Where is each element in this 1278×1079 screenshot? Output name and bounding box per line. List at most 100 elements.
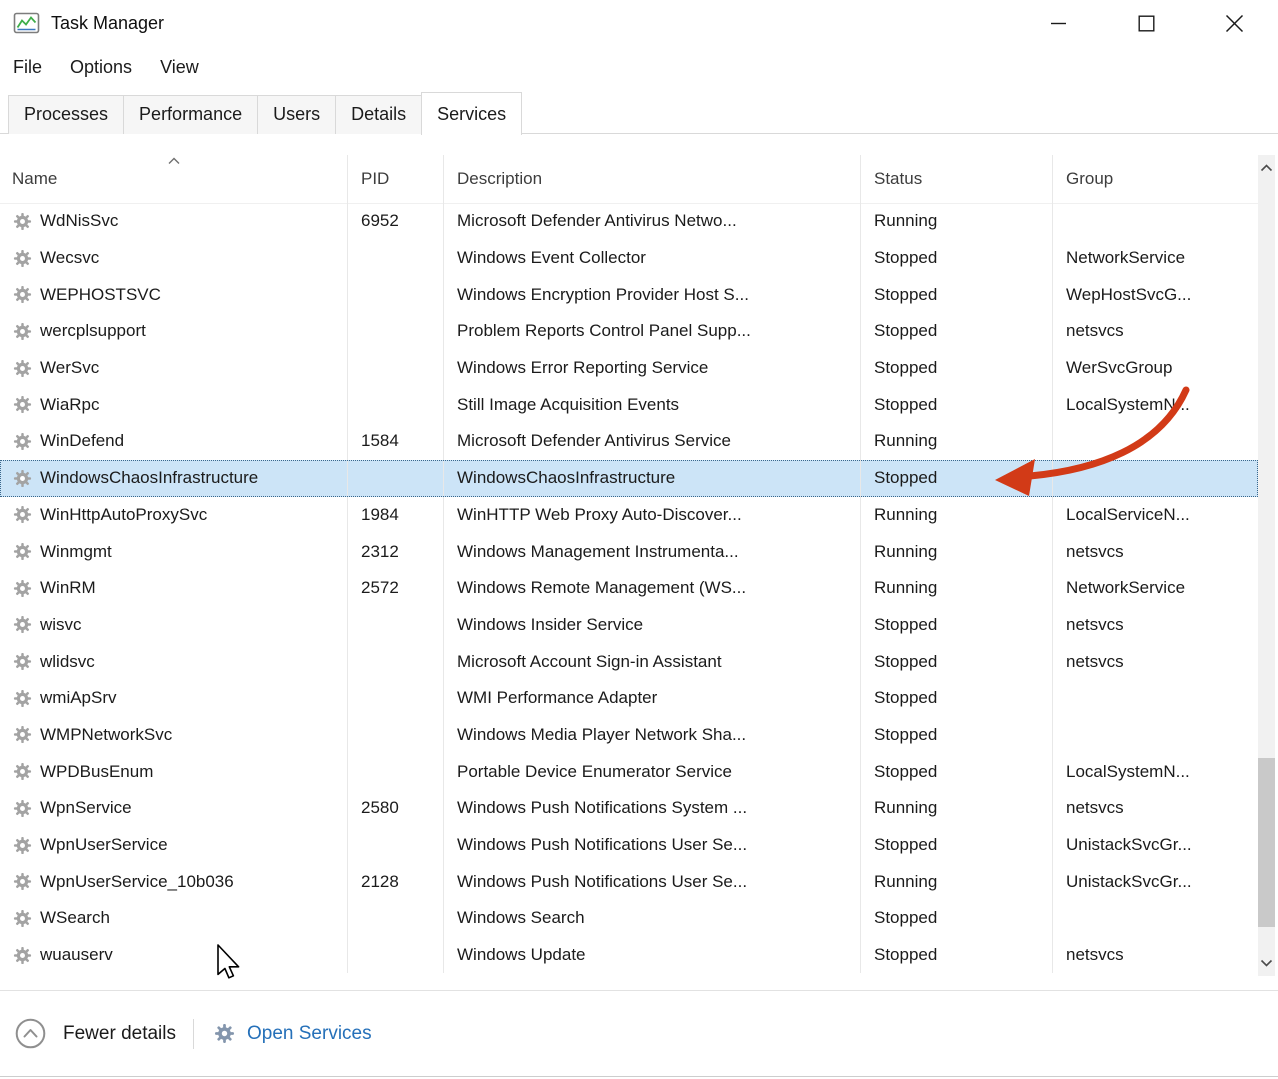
service-group: UnistackSvcGr... [1066,835,1192,855]
service-description: WMI Performance Adapter [457,688,657,708]
maximize-button[interactable] [1102,0,1190,46]
service-group: LocalSystemN... [1066,762,1190,782]
service-row[interactable]: wmiApSrv WMI Performance Adapter Stopped [0,680,1258,717]
close-button[interactable] [1190,0,1278,46]
service-description: Microsoft Defender Antivirus Netwo... [457,211,737,231]
service-description: Windows Remote Management (WS... [457,578,746,598]
service-row[interactable]: WPDBusEnum Portable Device Enumerator Se… [0,753,1258,790]
service-pid: 2312 [361,542,399,562]
service-row[interactable]: WiaRpc Still Image Acquisition Events St… [0,386,1258,423]
service-status: Running [874,431,937,451]
service-description: Still Image Acquisition Events [457,395,679,415]
table-header: Name PID Description Status Group [0,155,1258,204]
service-pid: 1584 [361,431,399,451]
menu-file[interactable]: File [0,57,56,78]
service-gear-icon [13,322,32,341]
service-gear-icon [13,285,32,304]
service-name: wisvc [40,615,82,635]
service-status: Stopped [874,248,937,268]
column-header-pid[interactable]: PID [347,155,443,203]
services-table-body: WdNisSvc 6952 Microsoft Defender Antivir… [0,203,1258,973]
service-gear-icon [13,836,32,855]
service-group: UnistackSvcGr... [1066,872,1192,892]
service-row[interactable]: WinHttpAutoProxySvc 1984 WinHTTP Web Pro… [0,497,1258,534]
tab-users[interactable]: Users [257,95,336,134]
menu-view[interactable]: View [146,57,213,78]
service-name: WiaRpc [40,395,100,415]
footer-bar: Fewer details Open Services [0,990,1278,1077]
tab-performance[interactable]: Performance [123,95,258,134]
service-name: WEPHOSTSVC [40,285,161,305]
service-description: Windows Push Notifications System ... [457,798,747,818]
service-gear-icon [13,505,32,524]
service-row[interactable]: WEPHOSTSVC Windows Encryption Provider H… [0,276,1258,313]
service-gear-icon [13,542,32,561]
service-name: WinDefend [40,431,124,451]
service-status: Stopped [874,908,937,928]
service-group: LocalServiceN... [1066,505,1190,525]
service-row[interactable]: WdNisSvc 6952 Microsoft Defender Antivir… [0,203,1258,240]
column-header-description[interactable]: Description [443,155,860,203]
service-pid: 2580 [361,798,399,818]
close-icon [1225,14,1244,33]
service-row[interactable]: wlidsvc Microsoft Account Sign-in Assist… [0,643,1258,680]
service-group: WerSvcGroup [1066,358,1172,378]
service-name: WindowsChaosInfrastructure [40,468,258,488]
service-gear-icon [13,689,32,708]
column-header-status-label: Status [874,169,922,189]
chevron-up-circle-icon [15,1018,46,1049]
titlebar[interactable]: Task Manager [0,0,1278,46]
service-name: WPDBusEnum [40,762,153,782]
scroll-up-button[interactable] [1258,155,1275,181]
window-controls [1014,0,1278,46]
scrollbar-thumb[interactable] [1258,758,1275,927]
service-row[interactable]: WinRM 2572 Windows Remote Management (WS… [0,570,1258,607]
scrollbar-track[interactable] [1258,181,1275,950]
service-gear-icon [13,615,32,634]
menu-options[interactable]: Options [56,57,146,78]
service-status: Stopped [874,285,937,305]
service-gear-icon [13,359,32,378]
service-gear-icon [13,249,32,268]
service-row[interactable]: wisvc Windows Insider Service Stopped ne… [0,607,1258,644]
tab-services[interactable]: Services [421,92,522,135]
service-row[interactable]: WpnService 2580 Windows Push Notificatio… [0,790,1258,827]
service-row[interactable]: WindowsChaosInfrastructure WindowsChaosI… [0,460,1258,497]
open-services-link[interactable]: Open Services [214,1023,372,1045]
service-description: WindowsChaosInfrastructure [457,468,675,488]
service-status: Running [874,578,937,598]
service-row[interactable]: WSearch Windows Search Stopped [0,900,1258,937]
menubar: File Options View [0,46,213,88]
service-gear-icon [13,946,32,965]
service-gear-icon [13,395,32,414]
column-header-group[interactable]: Group [1052,155,1258,203]
service-row[interactable]: Wecsvc Windows Event Collector Stopped N… [0,240,1258,277]
service-row[interactable]: WMPNetworkSvc Windows Media Player Netwo… [0,717,1258,754]
column-header-status[interactable]: Status [860,155,1052,203]
service-row[interactable]: wuauserv Windows Update Stopped netsvcs [0,937,1258,974]
sort-ascending-icon [167,157,181,165]
tab-details[interactable]: Details [335,95,422,134]
service-name: Winmgmt [40,542,112,562]
gear-icon [214,1023,235,1044]
service-description: Windows Event Collector [457,248,646,268]
minimize-button[interactable] [1014,0,1102,46]
service-row[interactable]: WpnUserService_10b036 2128 Windows Push … [0,863,1258,900]
service-row[interactable]: WpnUserService Windows Push Notification… [0,827,1258,864]
service-status: Running [874,798,937,818]
service-description: Portable Device Enumerator Service [457,762,732,782]
service-name: WdNisSvc [40,211,118,231]
task-manager-icon [13,10,40,37]
service-pid: 6952 [361,211,399,231]
scroll-down-button[interactable] [1258,950,1275,976]
service-row[interactable]: WerSvc Windows Error Reporting Service S… [0,350,1258,387]
tab-processes[interactable]: Processes [8,95,124,134]
service-group: netsvcs [1066,798,1124,818]
vertical-scrollbar[interactable] [1258,155,1275,976]
service-row[interactable]: wercplsupport Problem Reports Control Pa… [0,313,1258,350]
column-header-name[interactable]: Name [0,155,347,203]
service-row[interactable]: WinDefend 1584 Microsoft Defender Antivi… [0,423,1258,460]
service-group: netsvcs [1066,321,1124,341]
fewer-details-button[interactable]: Fewer details [15,1018,176,1049]
service-row[interactable]: Winmgmt 2312 Windows Management Instrume… [0,533,1258,570]
